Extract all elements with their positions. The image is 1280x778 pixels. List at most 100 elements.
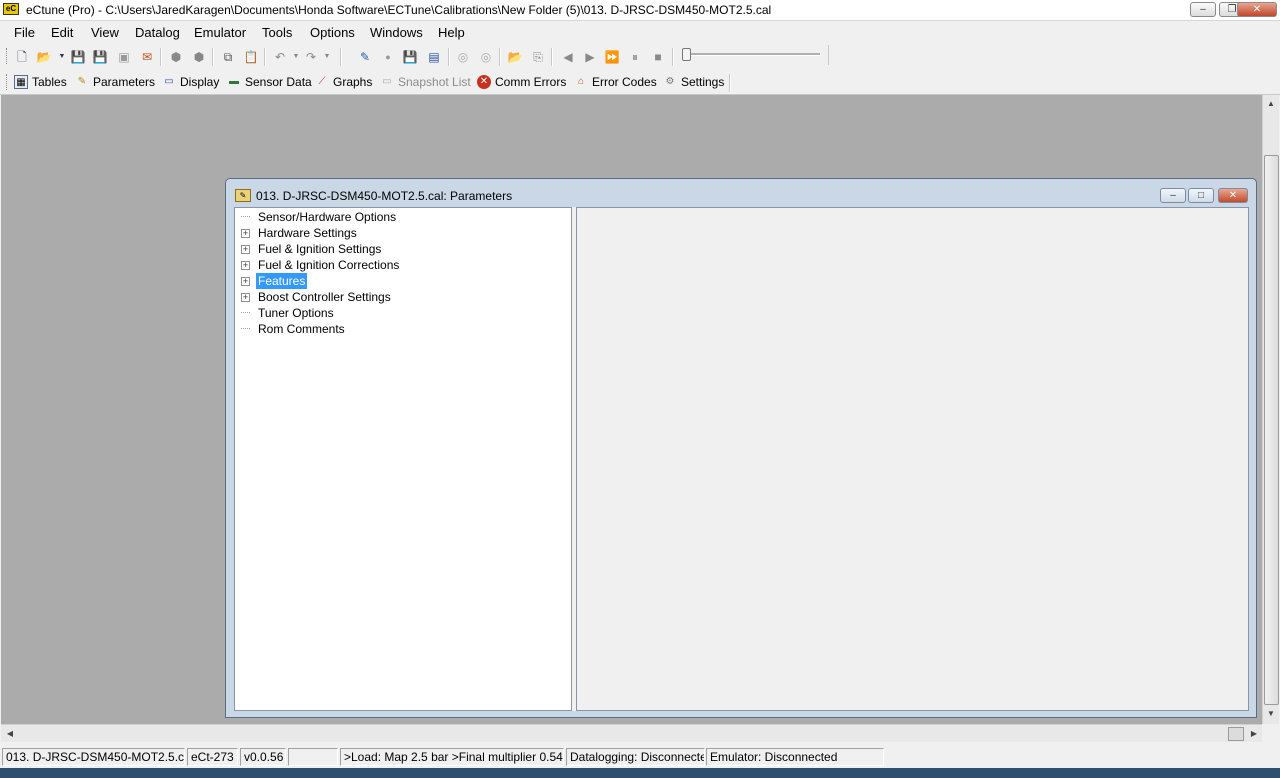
comm-errors-button[interactable]: ✕ Comm Errors — [477, 73, 566, 91]
parameters-button[interactable]: ✎ Parameters — [75, 73, 155, 91]
tree-item-sensor-hardware-options[interactable]: Sensor/Hardware Options — [241, 209, 398, 225]
redo-dropdown-icon[interactable]: ▼ — [319, 49, 335, 65]
snapshot-list-button[interactable]: ▭ Snapshot List — [380, 73, 470, 91]
menu-view[interactable]: View — [91, 25, 119, 40]
child-close-button[interactable]: ✕ — [1218, 188, 1248, 203]
scroll-down-icon[interactable]: ▼ — [1263, 707, 1279, 721]
minimize-button[interactable]: – — [1190, 2, 1216, 17]
new-file-icon[interactable]: 🗋 — [14, 49, 30, 65]
tables-label: Tables — [32, 75, 67, 89]
expand-icon[interactable]: + — [241, 228, 250, 238]
fast-forward-icon[interactable]: ⏩ — [604, 49, 620, 65]
close-button[interactable]: ✕ — [1237, 2, 1277, 17]
gauge-settings-icon[interactable]: ◎ — [478, 49, 494, 65]
pause-icon[interactable]: ⏸ — [627, 49, 643, 65]
horizontal-scroll-thumb[interactable] — [1228, 727, 1244, 741]
comm-errors-label: Comm Errors — [495, 75, 567, 89]
parameters-window-icon[interactable]: ✎ — [235, 189, 251, 202]
save-icon[interactable]: 💾 — [70, 49, 86, 65]
menu-help[interactable]: Help — [438, 25, 465, 40]
toolbar-separator — [264, 48, 266, 66]
settings-button[interactable]: ⚙ Settings — [663, 73, 725, 91]
child-maximize-button[interactable]: □ — [1188, 188, 1214, 203]
menu-emulator[interactable]: Emulator — [194, 25, 246, 40]
parameters-icon: ✎ — [77, 76, 87, 87]
save-as-icon[interactable]: 💾 — [92, 49, 108, 65]
vertical-scroll-thumb[interactable] — [1264, 155, 1279, 705]
open-log-icon[interactable]: 📂 — [507, 49, 523, 65]
parameters-window: ✎ 013. D-JRSC-DSM450-MOT2.5.cal: Paramet… — [225, 178, 1257, 718]
settings-label: Settings — [681, 75, 725, 89]
open-file-icon[interactable]: 📂 — [36, 49, 52, 65]
paste-icon[interactable]: 📋 — [243, 49, 259, 65]
menu-datalog[interactable]: Datalog — [135, 25, 180, 40]
tree-item-hardware-settings[interactable]: + Hardware Settings — [241, 225, 359, 241]
scroll-right-icon[interactable]: ▶ — [1247, 725, 1261, 742]
expand-icon[interactable]: + — [241, 276, 250, 286]
horizontal-scrollbar[interactable]: ◀ ▶ — [1, 724, 1262, 742]
menu-file[interactable]: File — [14, 25, 35, 40]
tree-item-label: Rom Comments — [258, 322, 345, 336]
play-back-icon[interactable]: ◀ — [560, 49, 576, 65]
toolbar-grip[interactable] — [6, 74, 10, 90]
connect-icon[interactable]: ✎ — [357, 49, 373, 65]
main-toolbar: 🗋 📂 ▼ 💾 💾 ▣ ✉ ⬢ ⬢ ⧉ 📋 ↶ ▼ ↷ ▼ ✎ ● 💾 ▤ ◎ … — [0, 44, 1280, 70]
tree-item-label: Boost Controller Settings — [258, 290, 391, 304]
status-bar: 013. D-JRSC-DSM450-MOT2.5.cal eCt-273 v0… — [0, 742, 1280, 768]
close-file-icon[interactable]: ✉ — [139, 49, 155, 65]
error-codes-icon: ⌂ — [577, 76, 585, 87]
vertical-scrollbar[interactable]: ▲ ▼ — [1262, 95, 1279, 724]
expand-icon[interactable]: + — [241, 244, 250, 254]
save-log-icon[interactable]: 💾 — [402, 49, 418, 65]
tree-item-features[interactable]: + Features — [241, 273, 308, 289]
expand-icon[interactable]: + — [241, 260, 250, 270]
open-dropdown-icon[interactable]: ▼ — [54, 49, 70, 65]
tree-line — [241, 328, 250, 330]
tree-item-label: Tuner Options — [258, 306, 334, 320]
parameters-label: Parameters — [93, 75, 156, 89]
redo-icon[interactable]: ↷ — [303, 49, 319, 65]
record-icon[interactable]: ● — [380, 49, 396, 65]
undo-icon[interactable]: ↶ — [272, 49, 288, 65]
menu-windows[interactable]: Windows — [370, 25, 423, 40]
graphs-button[interactable]: ⟋ Graphs — [315, 73, 373, 91]
scroll-left-icon[interactable]: ◀ — [3, 725, 17, 742]
tree-item-tuner-options[interactable]: Tuner Options — [241, 305, 336, 321]
status-version: v0.0.56 — [240, 748, 286, 766]
gauge-icon[interactable]: ◎ — [455, 49, 471, 65]
scroll-corner — [1262, 724, 1278, 741]
child-minimize-button[interactable]: – — [1160, 188, 1186, 203]
app-icon[interactable]: eC — [3, 3, 19, 15]
chip-read-icon[interactable]: ⬢ — [168, 49, 184, 65]
status-emulator: Emulator: Disconnected — [706, 748, 884, 766]
log-settings-icon[interactable]: ▤ — [426, 49, 442, 65]
menu-options[interactable]: Options — [310, 25, 355, 40]
tree-item-fuel-ignition-settings[interactable]: + Fuel & Ignition Settings — [241, 241, 383, 257]
expand-icon[interactable]: + — [241, 292, 250, 302]
compare-icon[interactable]: ▣ — [116, 49, 132, 65]
tree-item-fuel-ignition-corrections[interactable]: + Fuel & Ignition Corrections — [241, 257, 401, 273]
stop-icon[interactable]: ■ — [650, 49, 666, 65]
menu-edit[interactable]: Edit — [51, 25, 73, 40]
settings-icon: ⚙ — [665, 76, 675, 87]
status-datalogging: Datalogging: Disconnecte — [566, 748, 705, 766]
display-button[interactable]: ▭ Display — [162, 73, 219, 91]
toolbar-grip[interactable] — [6, 48, 10, 64]
play-forward-icon[interactable]: ▶ — [582, 49, 598, 65]
undo-dropdown-icon[interactable]: ▼ — [288, 49, 304, 65]
sensor-data-button[interactable]: ▬ Sensor Data — [227, 73, 312, 91]
toolbar-separator — [340, 48, 342, 66]
table-icon: ▦ — [14, 75, 28, 89]
menu-tools[interactable]: Tools — [262, 25, 292, 40]
tables-button[interactable]: ▦ Tables — [14, 73, 67, 91]
slider-thumb[interactable] — [682, 48, 691, 61]
tree-item-boost-controller-settings[interactable]: + Boost Controller Settings — [241, 289, 393, 305]
copy-icon[interactable]: ⧉ — [220, 49, 236, 65]
error-codes-button[interactable]: ⌂ Error Codes — [574, 73, 657, 91]
parameters-tree[interactable]: Sensor/Hardware Options + Hardware Setti… — [234, 207, 572, 711]
menu-bar: File Edit View Datalog Emulator Tools Op… — [0, 21, 1280, 43]
close-log-icon[interactable]: ⎘ — [530, 49, 546, 65]
chip-write-icon[interactable]: ⬢ — [191, 49, 207, 65]
scroll-up-icon[interactable]: ▲ — [1263, 97, 1279, 111]
tree-item-rom-comments[interactable]: Rom Comments — [241, 321, 347, 337]
